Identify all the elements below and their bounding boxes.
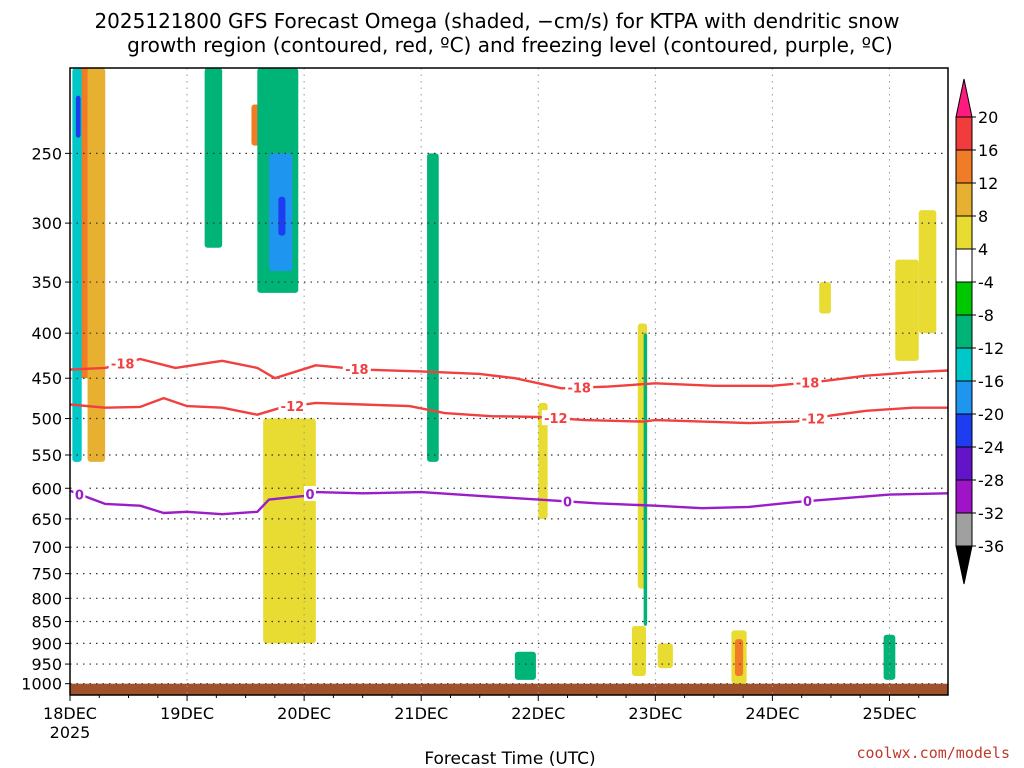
omega-shaded-region: [87, 68, 106, 462]
contour-label: -18: [567, 382, 591, 397]
x-axis-ticks: 18DEC 19DEC 20DEC 21DEC 22DEC 23DEC 24DEC 25DEC: [43, 695, 920, 723]
colorbar-label: 4: [978, 240, 988, 259]
contour-label: -18: [345, 363, 369, 378]
contour-label: -18: [796, 377, 820, 392]
omega-shaded-region: [819, 282, 831, 314]
colorbar-label: -24: [978, 438, 1004, 457]
colorbar-swatch: [955, 446, 973, 481]
chart-title-line-1: 2025121800 GFS Forecast Omega (shaded, −…: [94, 9, 899, 33]
y-tick-label: 350: [31, 273, 62, 292]
colorbar-swatch: [955, 380, 973, 415]
x-axis-label: Forecast Time (UTC): [424, 749, 595, 768]
x-tick-label: 20DEC: [277, 704, 331, 723]
colorbar-swatch: [955, 314, 973, 349]
colorbar-label: -28: [978, 471, 1004, 490]
y-tick-label: 550: [31, 446, 62, 465]
omega-time-height-chart: 2025121800 GFS Forecast Omega (shaded, −…: [21, 9, 1010, 768]
contour-label: -12: [544, 412, 568, 427]
x-tick-label: 24DEC: [745, 704, 799, 723]
x-tick-label: 25DEC: [862, 704, 916, 723]
omega-shaded-region: [514, 651, 536, 680]
contour-line: [69, 489, 949, 516]
y-tick-label: 500: [31, 410, 62, 429]
y-tick-label: 750: [31, 565, 62, 584]
y-tick-label: 450: [31, 369, 62, 388]
colorbar-swatch: [955, 215, 973, 250]
y-tick-label: 850: [31, 613, 62, 632]
x-tick-label: 23DEC: [628, 704, 682, 723]
y-tick-label: 900: [31, 634, 62, 653]
colorbar-label: -4: [978, 273, 994, 292]
contour-lines: -18 -18 -18 -18 -12 -12 -12 0 0 0 0: [69, 355, 949, 516]
omega-shaded-region: [643, 333, 648, 626]
colorbar-label: -20: [978, 405, 1004, 424]
chart-title-line-2: growth region (contoured, red, ºC) and f…: [127, 33, 893, 57]
colorbar-swatch: [955, 479, 973, 514]
y-axis-ticks: 250 300 350 400 450 500 550 600 650 700 750 800 850 9…: [21, 144, 70, 694]
omega-shaded-region: [657, 643, 673, 669]
contour-label: 0: [563, 495, 572, 510]
colorbar-bottom-arrow: [955, 545, 973, 585]
omega-shaded-region: [204, 68, 223, 248]
omega-shaded-region: [75, 95, 81, 138]
surface-band: [70, 683, 948, 695]
colorbar-label: -12: [978, 339, 1004, 358]
y-tick-label: 950: [31, 655, 62, 674]
omega-shaded-region: [631, 625, 646, 676]
colorbar-label: 16: [978, 141, 998, 160]
omega-shaded-region: [734, 639, 744, 676]
x-axis-year: 2025: [50, 723, 91, 742]
colorbar-swatch: [955, 248, 973, 283]
omega-shaded-region: [427, 153, 439, 462]
colorbar-label: -8: [978, 306, 994, 325]
contour-label: 0: [305, 488, 314, 503]
omega-shaded-region: [263, 418, 316, 644]
x-tick-label: 18DEC: [43, 704, 97, 723]
credit-text: coolwx.com/models: [856, 744, 1010, 762]
x-tick-label: 22DEC: [511, 704, 565, 723]
y-tick-label: 400: [31, 324, 62, 343]
colorbar-swatch: [955, 149, 973, 184]
colorbar-label: -32: [978, 504, 1004, 523]
contour-label: -18: [111, 357, 135, 372]
contour-label: -12: [802, 413, 826, 428]
y-tick-label: 300: [31, 214, 62, 233]
colorbar-label: 20: [978, 108, 998, 127]
y-tick-label: 1000: [21, 675, 62, 694]
colorbar-label: -16: [978, 372, 1004, 391]
contour-label: -12: [281, 400, 305, 415]
y-tick-label: 600: [31, 479, 62, 498]
colorbar-label: 8: [978, 207, 988, 226]
contour-label: 0: [803, 495, 812, 510]
colorbar-top-arrow: [955, 78, 973, 118]
x-tick-label: 19DEC: [160, 704, 214, 723]
omega-shaded-region: [278, 196, 286, 236]
surface-terrain: [70, 683, 948, 695]
x-tick-label: 21DEC: [394, 704, 448, 723]
y-tick-label: 800: [31, 589, 62, 608]
colorbar-swatch: [955, 182, 973, 217]
colorbar: 20 16 12 8 4 -4 -8 -12 -16 -20 -24 -28 -32 -36: [955, 78, 1004, 585]
colorbar-label: -36: [978, 537, 1004, 556]
y-tick-label: 650: [31, 510, 62, 529]
omega-shaded-region: [918, 210, 937, 334]
colorbar-swatch: [955, 281, 973, 316]
colorbar-swatch: [955, 512, 973, 547]
y-tick-label: 700: [31, 538, 62, 557]
contour-label: 0: [75, 488, 84, 503]
y-tick-label: 250: [31, 144, 62, 163]
colorbar-label: 12: [978, 174, 998, 193]
colorbar-swatch: [955, 347, 973, 382]
colorbar-swatch: [955, 413, 973, 448]
colorbar-swatch: [955, 116, 973, 151]
omega-shaded-region: [895, 259, 919, 361]
